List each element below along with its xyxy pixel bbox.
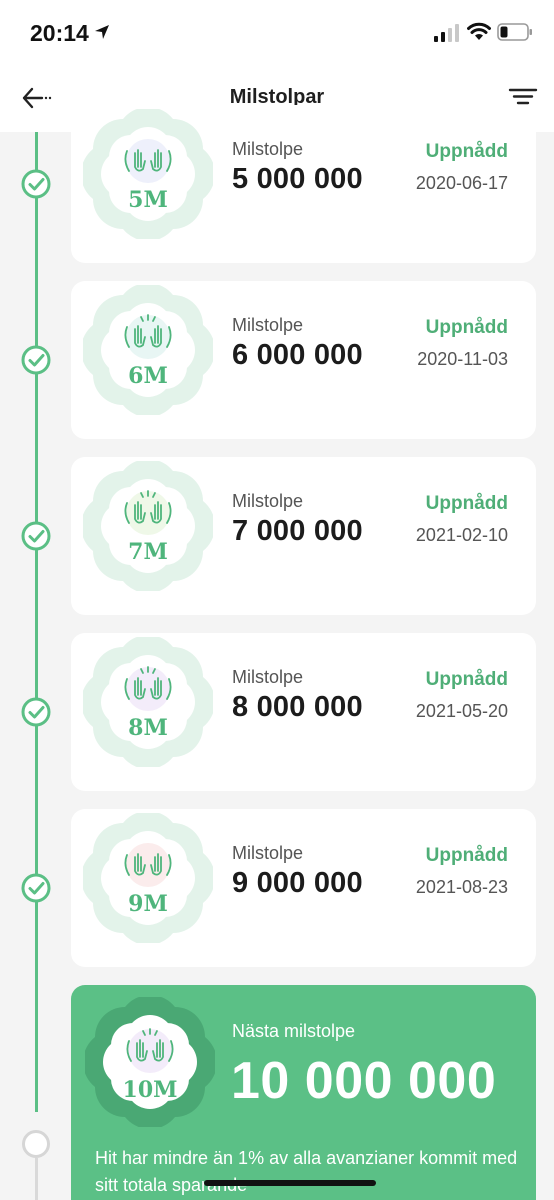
milestone-caption: Milstolpe (232, 667, 304, 687)
milestone-check-icon (21, 697, 51, 727)
milestone-date: 2020-11-03 (417, 349, 508, 369)
home-indicator (204, 1180, 376, 1186)
raised-hands-icon (83, 813, 213, 943)
cellular-signal-icon (434, 24, 459, 42)
milestone-date: 2020-06-17 (415, 173, 508, 193)
milestone-pending-icon (22, 1130, 50, 1158)
milestone-badge-label: 5M (128, 187, 168, 213)
milestone-amount: 8 000 000 (232, 691, 363, 723)
milestone-amount: 6 000 000 (232, 339, 363, 371)
raised-hands-icon (83, 109, 213, 239)
milestone-badge-label: 7M (128, 539, 168, 565)
raised-hands-icon (85, 997, 215, 1127)
milestone-date: 2021-08-23 (415, 877, 508, 897)
battery-icon (497, 23, 532, 41)
milestone-badge: 9M (83, 813, 213, 943)
milestone-check-icon (21, 345, 51, 375)
next-milestone-description: Hit har mindre än 1% av alla avanzianer … (95, 1148, 518, 1195)
milestone-caption: Milstolpe (232, 843, 304, 863)
status-time: 20:14 (30, 20, 89, 46)
milestone-card[interactable]: 5M Milstolpe 5 000 000 Uppnådd 2020-06-1… (71, 105, 536, 263)
next-milestone-amount: 10 000 000 (231, 1052, 497, 1110)
milestone-badge: 8M (83, 637, 213, 767)
timeline-line (35, 132, 38, 1112)
milestone-check-icon (21, 521, 51, 551)
location-arrow-icon (95, 25, 109, 39)
milestone-card[interactable]: 6M Milstolpe 6 000 000 Uppnådd 2020-11-0… (71, 281, 536, 439)
milestone-caption: Milstolpe (232, 491, 304, 511)
milestone-check-icon (21, 169, 51, 199)
milestone-card[interactable]: 8M Milstolpe 8 000 000 Uppnådd 2021-05-2… (71, 633, 536, 791)
milestone-date: 2021-02-10 (415, 525, 508, 545)
milestone-amount: 5 000 000 (232, 163, 363, 195)
raised-hands-icon (83, 637, 213, 767)
raised-hands-icon (83, 285, 213, 415)
raised-hands-icon (83, 461, 213, 591)
next-milestone-card[interactable]: 10M Nästa milstolpe 10 000 000 Hit har m… (71, 985, 536, 1200)
milestone-amount: 7 000 000 (232, 515, 363, 547)
milestone-amount: 9 000 000 (232, 867, 363, 899)
milestone-status: Uppnådd (425, 845, 508, 866)
timeline-line-pending (35, 1158, 38, 1200)
milestone-badge: 10M (85, 997, 215, 1127)
milestone-status: Uppnådd (425, 317, 508, 338)
milestone-badge: 5M (83, 109, 213, 239)
milestone-badge: 7M (83, 461, 213, 591)
milestone-badge-label: 9M (128, 891, 168, 917)
milestone-card[interactable]: 7M Milstolpe 7 000 000 Uppnådd 2021-02-1… (71, 457, 536, 615)
milestone-status: Uppnådd (425, 669, 508, 690)
milestone-card[interactable]: 9M Milstolpe 9 000 000 Uppnådd 2021-08-2… (71, 809, 536, 967)
milestone-check-icon (21, 873, 51, 903)
status-bar: 20:14 (0, 0, 554, 64)
wifi-icon (467, 22, 491, 40)
milestone-badge: 6M (83, 285, 213, 415)
milestone-badge-label: 10M (122, 1077, 178, 1103)
milestone-date: 2021-05-20 (415, 701, 508, 721)
milestone-caption: Milstolpe (232, 139, 304, 159)
next-milestone-caption: Nästa milstolpe (232, 1021, 356, 1041)
milestone-status: Uppnådd (425, 141, 508, 162)
milestone-status: Uppnådd (425, 493, 508, 514)
milestone-badge-label: 6M (128, 363, 168, 389)
milestone-badge-label: 8M (128, 715, 168, 741)
milestone-caption: Milstolpe (232, 315, 304, 335)
